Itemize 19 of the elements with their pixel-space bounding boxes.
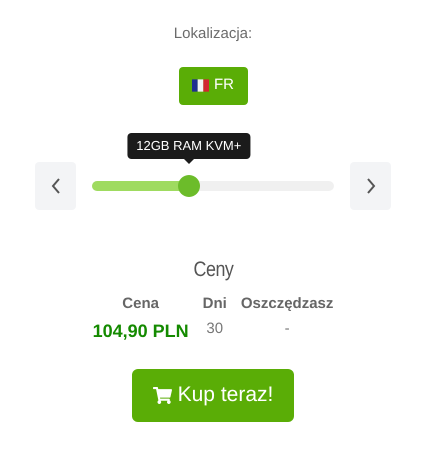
location-label: Lokalizacja: xyxy=(174,24,252,44)
tooltip-arrow xyxy=(184,158,194,164)
chevron-right-icon xyxy=(366,176,376,194)
table-cell-text: 104,90 PLN xyxy=(92,320,189,342)
country-button[interactable]: FR xyxy=(178,66,248,104)
flag-icon xyxy=(192,79,209,92)
prices-title: Ceny xyxy=(193,256,233,282)
chevron-left-icon xyxy=(50,176,60,194)
column-header: Cena xyxy=(122,294,159,314)
slider-tooltip: 12GB RAM KVM+ xyxy=(127,132,250,158)
table-cell-text: - xyxy=(284,318,290,338)
table-cell-text: 30 xyxy=(206,318,224,338)
slider-handle[interactable] xyxy=(178,174,200,196)
next-button[interactable] xyxy=(350,162,391,210)
column-header: Dni xyxy=(202,294,227,314)
previous-button[interactable] xyxy=(35,162,76,210)
buy-button[interactable]: Kup teraz! xyxy=(132,368,294,422)
column-header: Oszczędzasz xyxy=(240,294,334,314)
cart-icon xyxy=(152,386,172,404)
